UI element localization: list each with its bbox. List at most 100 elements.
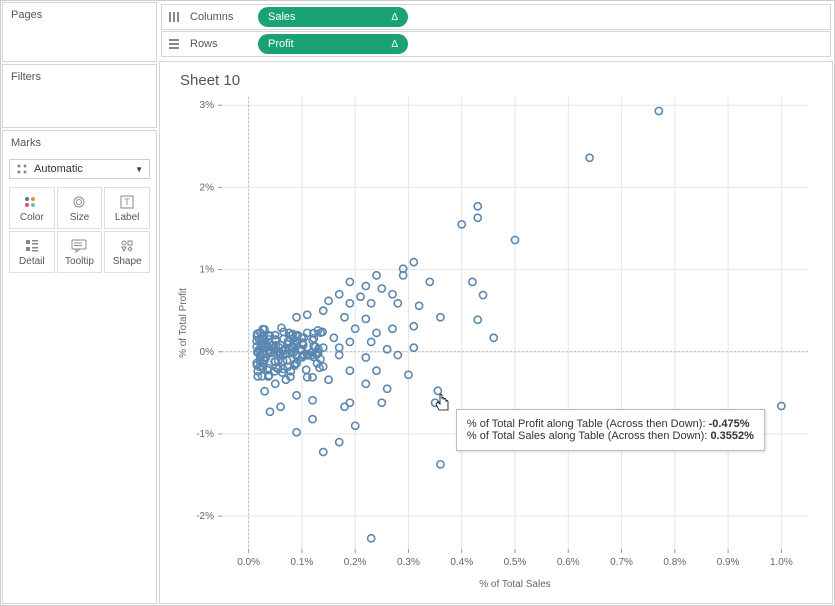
- marks-cell-label: Detail: [19, 256, 45, 267]
- rows-pill-profit[interactable]: Profit Δ: [258, 34, 408, 54]
- data-point[interactable]: [266, 408, 273, 415]
- rows-shelf[interactable]: Rows Profit Δ: [161, 31, 831, 57]
- data-point[interactable]: [394, 351, 401, 358]
- data-point[interactable]: [437, 461, 444, 468]
- data-point[interactable]: [368, 300, 375, 307]
- data-point[interactable]: [373, 272, 380, 279]
- data-point[interactable]: [309, 397, 316, 404]
- data-point[interactable]: [389, 325, 396, 332]
- data-point[interactable]: [320, 307, 327, 314]
- marks-label-button[interactable]: TLabel: [104, 187, 150, 229]
- data-point[interactable]: [357, 293, 364, 300]
- data-point[interactable]: [362, 380, 369, 387]
- mark-type-dropdown[interactable]: Automatic ▼: [9, 159, 150, 179]
- data-point[interactable]: [336, 344, 343, 351]
- data-point-hover[interactable]: [434, 387, 441, 394]
- data-point[interactable]: [346, 300, 353, 307]
- marks-cell-label: Color: [20, 212, 44, 223]
- data-point[interactable]: [368, 535, 375, 542]
- data-point[interactable]: [293, 429, 300, 436]
- svg-text:0.5%: 0.5%: [504, 557, 527, 568]
- data-point[interactable]: [469, 278, 476, 285]
- data-point[interactable]: [437, 314, 444, 321]
- data-point[interactable]: [362, 315, 369, 322]
- detail-icon: [25, 238, 39, 254]
- columns-icon: [168, 11, 182, 23]
- data-point[interactable]: [320, 448, 327, 455]
- svg-text:0.8%: 0.8%: [663, 557, 686, 568]
- sheet-title[interactable]: Sheet 10: [180, 72, 820, 89]
- tooltip-sales-value: 0.3552%: [710, 430, 753, 442]
- svg-text:-2%: -2%: [196, 511, 214, 522]
- data-point[interactable]: [474, 203, 481, 210]
- data-point[interactable]: [341, 314, 348, 321]
- delta-icon: Δ: [391, 39, 398, 50]
- columns-pill-sales[interactable]: Sales Δ: [258, 7, 408, 27]
- data-point[interactable]: [261, 388, 268, 395]
- data-point[interactable]: [346, 338, 353, 345]
- marks-tooltip-button[interactable]: Tooltip: [57, 231, 103, 273]
- label-icon: T: [120, 194, 134, 210]
- data-point[interactable]: [330, 334, 337, 341]
- data-point[interactable]: [277, 403, 284, 410]
- marks-color-button[interactable]: Color: [9, 187, 55, 229]
- rows-icon: [168, 38, 182, 50]
- columns-shelf[interactable]: Columns Sales Δ: [161, 4, 831, 30]
- scatter-chart[interactable]: 0.0%0.1%0.2%0.3%0.4%0.5%0.6%0.7%0.8%0.9%…: [172, 93, 820, 599]
- mark-type-icon: [16, 163, 28, 175]
- data-point[interactable]: [325, 297, 332, 304]
- data-point[interactable]: [490, 334, 497, 341]
- data-point[interactable]: [368, 338, 375, 345]
- data-point[interactable]: [378, 285, 385, 292]
- data-point[interactable]: [362, 354, 369, 361]
- svg-text:0.6%: 0.6%: [557, 557, 580, 568]
- delta-icon: Δ: [391, 12, 398, 23]
- svg-text:T: T: [124, 197, 130, 207]
- marks-card: Marks Automatic ▼ Color Size TLabel Detail T…: [2, 130, 157, 604]
- svg-text:1.0%: 1.0%: [770, 557, 793, 568]
- data-point[interactable]: [389, 291, 396, 298]
- data-point[interactable]: [303, 366, 310, 373]
- data-point[interactable]: [479, 291, 486, 298]
- marks-detail-button[interactable]: Detail: [9, 231, 55, 273]
- data-point[interactable]: [426, 278, 433, 285]
- data-point[interactable]: [362, 282, 369, 289]
- data-point[interactable]: [378, 399, 385, 406]
- data-point[interactable]: [346, 367, 353, 374]
- data-point[interactable]: [336, 351, 343, 358]
- filters-label: Filters: [3, 65, 156, 89]
- svg-text:0.0%: 0.0%: [237, 557, 260, 568]
- data-point[interactable]: [655, 107, 662, 114]
- pages-shelf[interactable]: Pages: [2, 2, 157, 62]
- data-point[interactable]: [320, 344, 327, 351]
- data-point[interactable]: [341, 403, 348, 410]
- data-point[interactable]: [586, 154, 593, 161]
- data-point[interactable]: [309, 416, 316, 423]
- data-point[interactable]: [431, 399, 438, 406]
- data-point[interactable]: [410, 259, 417, 266]
- data-point[interactable]: [474, 214, 481, 221]
- data-point[interactable]: [394, 300, 401, 307]
- data-point[interactable]: [336, 291, 343, 298]
- data-point[interactable]: [373, 329, 380, 336]
- data-point[interactable]: [384, 385, 391, 392]
- marks-cell-label: Size: [70, 212, 89, 223]
- data-point[interactable]: [272, 380, 279, 387]
- data-point[interactable]: [410, 344, 417, 351]
- data-point[interactable]: [410, 323, 417, 330]
- data-point[interactable]: [336, 439, 343, 446]
- data-point[interactable]: [346, 278, 353, 285]
- data-point[interactable]: [304, 311, 311, 318]
- data-point[interactable]: [474, 316, 481, 323]
- marks-shape-button[interactable]: Shape: [104, 231, 150, 273]
- marks-label: Marks: [3, 131, 156, 155]
- data-point[interactable]: [293, 392, 300, 399]
- data-point[interactable]: [416, 302, 423, 309]
- tooltip: % of Total Profit along Table (Across th…: [456, 409, 765, 451]
- filters-shelf[interactable]: Filters: [2, 64, 157, 128]
- tooltip-profit-value: -0.475%: [709, 418, 750, 430]
- data-point[interactable]: [373, 367, 380, 374]
- data-point[interactable]: [293, 314, 300, 321]
- marks-size-button[interactable]: Size: [57, 187, 103, 229]
- data-point[interactable]: [325, 376, 332, 383]
